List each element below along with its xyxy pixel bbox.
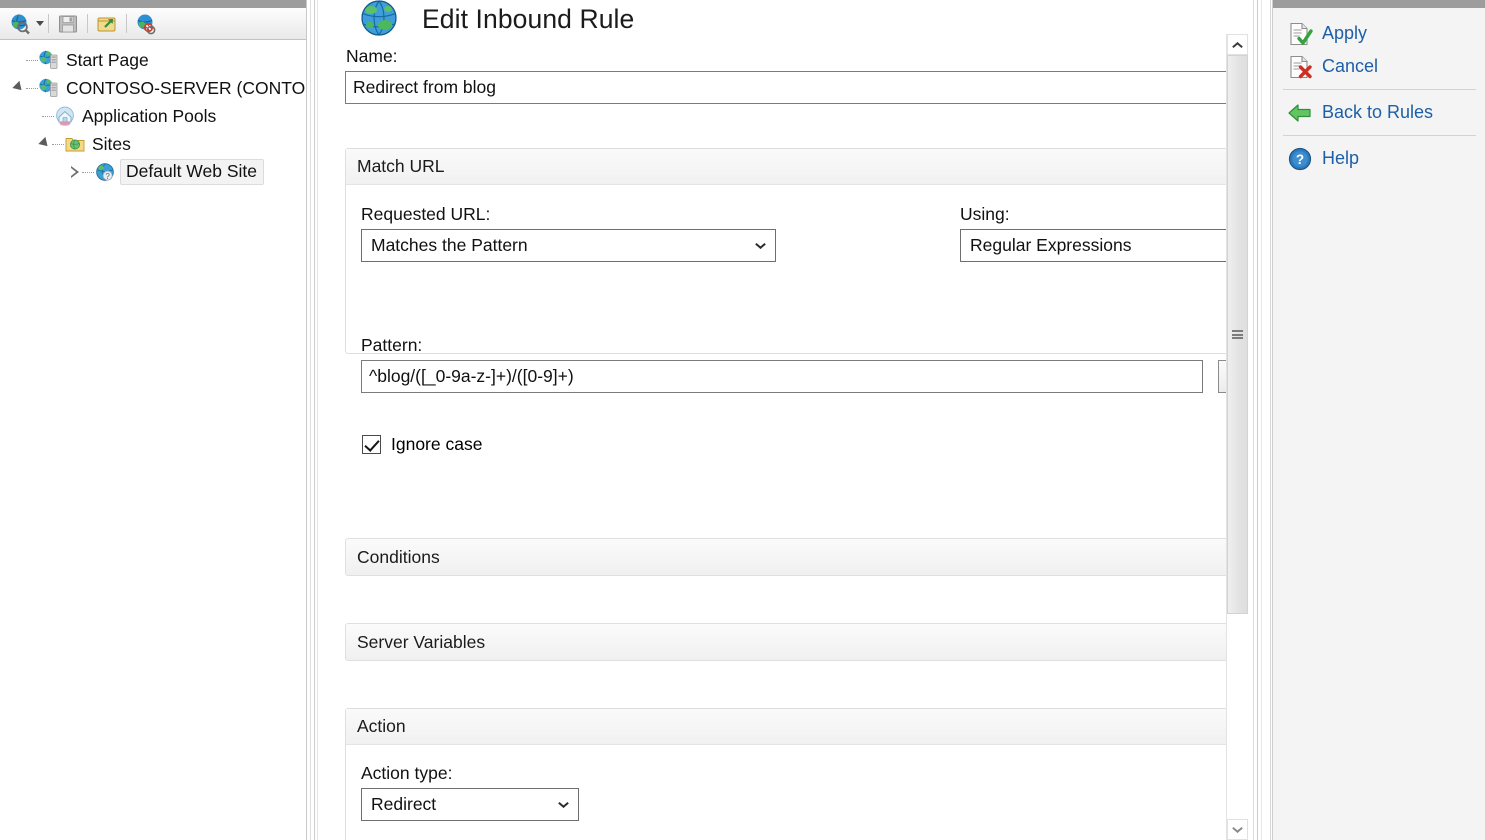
tree-item-default-web-site[interactable]: ? Default Web Site — [0, 158, 306, 186]
svg-text:?: ? — [1296, 152, 1304, 167]
help-action[interactable]: ? Help — [1273, 142, 1485, 175]
chevron-down-icon[interactable] — [552, 789, 574, 820]
right-pane-top-band — [1273, 0, 1485, 8]
server-variables-group[interactable]: Server Variables — [345, 623, 1248, 661]
pattern-label: Pattern: — [361, 335, 422, 356]
left-pane-top-band — [0, 0, 306, 8]
tree-expander-open[interactable] — [36, 130, 52, 158]
action-type-select[interactable]: Redirect — [361, 788, 579, 821]
tree-item-label: CONTOSO-SERVER (CONTOS — [66, 78, 306, 99]
connections-toolbar — [0, 8, 306, 40]
globe-icon — [358, 0, 400, 40]
ignore-case-row[interactable]: Ignore case — [362, 434, 482, 455]
save-connections-icon[interactable] — [53, 11, 83, 37]
connections-tree[interactable]: Start Page — [0, 41, 306, 840]
connect-to-site-icon[interactable] — [92, 11, 122, 37]
tree-guide-line — [52, 144, 64, 145]
tree-item-sites[interactable]: Sites — [0, 130, 306, 158]
match-url-header: Match URL — [346, 149, 1248, 185]
tree-guide-line — [82, 172, 94, 173]
tree-expander-open[interactable] — [10, 74, 26, 102]
back-to-rules-label: Back to Rules — [1322, 102, 1433, 123]
ignore-case-checkbox[interactable] — [362, 435, 381, 454]
apply-label: Apply — [1322, 23, 1367, 44]
scrollbar-track[interactable] — [1227, 55, 1248, 819]
action-type-value: Redirect — [371, 794, 552, 815]
tree-item-application-pools[interactable]: Application Pools — [0, 102, 306, 130]
tree-item-label: Start Page — [66, 50, 153, 71]
sites-folder-icon — [64, 133, 86, 155]
requested-url-label: Requested URL: — [361, 204, 490, 225]
action-type-label: Action type: — [361, 763, 452, 784]
start-page-icon — [38, 49, 60, 71]
requested-url-select[interactable]: Matches the Pattern — [361, 229, 776, 262]
using-value: Regular Expressions — [970, 235, 1248, 256]
tree-item-start-page[interactable]: Start Page — [0, 46, 306, 74]
tree-item-label: Application Pools — [82, 106, 220, 127]
tree-item-label: Default Web Site — [120, 159, 264, 185]
left-splitter[interactable] — [306, 0, 318, 840]
svg-text:?: ? — [105, 172, 110, 181]
actions-separator — [1283, 89, 1476, 90]
toolbar-separator — [48, 14, 49, 33]
scrollbar-thumb[interactable] — [1227, 55, 1248, 614]
tree-item-label: Sites — [92, 134, 135, 155]
using-select[interactable]: Regular Expressions — [960, 229, 1248, 262]
back-arrow-icon — [1287, 100, 1313, 126]
cancel-page-x-icon — [1287, 54, 1313, 80]
chevron-down-icon — [1232, 827, 1243, 833]
feature-pane-scrollbar[interactable] — [1226, 34, 1248, 840]
actions-separator — [1283, 135, 1476, 136]
back-to-rules-action[interactable]: Back to Rules — [1273, 96, 1485, 129]
requested-url-value: Matches the Pattern — [371, 235, 749, 256]
iis-manager-window: Start Page — [0, 0, 1485, 840]
using-label: Using: — [960, 204, 1010, 225]
help-label: Help — [1322, 148, 1359, 169]
action-header: Action — [346, 709, 1248, 745]
help-question-icon: ? — [1287, 146, 1313, 172]
actions-list: Apply Cancel — [1273, 8, 1485, 840]
apply-page-check-icon — [1287, 21, 1313, 47]
page-title: Edit Inbound Rule — [422, 4, 634, 35]
cancel-label: Cancel — [1322, 56, 1378, 77]
page-header: Edit Inbound Rule — [318, 0, 1248, 38]
right-splitter[interactable] — [1248, 0, 1272, 840]
dropdown-caret-icon[interactable] — [36, 21, 44, 26]
name-label: Name: — [346, 46, 398, 67]
conditions-group[interactable]: Conditions — [345, 538, 1248, 576]
server-icon — [38, 77, 60, 99]
application-pools-icon — [54, 105, 76, 127]
feature-pane: Edit Inbound Rule Name: Redirect from bl… — [318, 0, 1248, 840]
dialog-scroll-body: Name: Redirect from blog Match URL Reque… — [318, 38, 1248, 840]
conditions-header: Conditions — [357, 547, 440, 568]
apply-action[interactable]: Apply — [1273, 17, 1485, 50]
action-group: Action Action type: Redirect — [345, 708, 1248, 840]
toolbar-separator — [87, 14, 88, 33]
chevron-down-icon[interactable] — [749, 230, 771, 261]
name-input[interactable]: Redirect from blog — [345, 71, 1248, 104]
cancel-action[interactable]: Cancel — [1273, 50, 1485, 83]
tree-guide-line — [26, 60, 38, 61]
ignore-case-label: Ignore case — [391, 434, 482, 455]
scroll-down-button[interactable] — [1227, 819, 1248, 840]
scroll-up-button[interactable] — [1227, 34, 1248, 55]
tree-expander-closed[interactable] — [66, 158, 82, 186]
server-variables-header: Server Variables — [357, 632, 485, 653]
connect-to-icon[interactable] — [5, 11, 35, 37]
connections-pane: Start Page — [0, 0, 306, 840]
tree-guide-line — [26, 88, 38, 89]
match-url-group: Match URL Requested URL: Matches the Pat… — [345, 148, 1248, 354]
disconnect-icon[interactable] — [131, 11, 161, 37]
tree-item-contoso-server[interactable]: CONTOSO-SERVER (CONTOS — [0, 74, 306, 102]
web-site-icon: ? — [94, 161, 116, 183]
toolbar-separator — [126, 14, 127, 33]
actions-pane: Apply Cancel — [1272, 0, 1485, 840]
scroll-grip-icon — [1232, 330, 1243, 339]
pattern-input[interactable]: ^blog/([_0-9a-z-]+)/([0-9]+) — [361, 360, 1203, 393]
chevron-up-icon — [1232, 42, 1243, 48]
tree-guide-line — [42, 116, 54, 117]
